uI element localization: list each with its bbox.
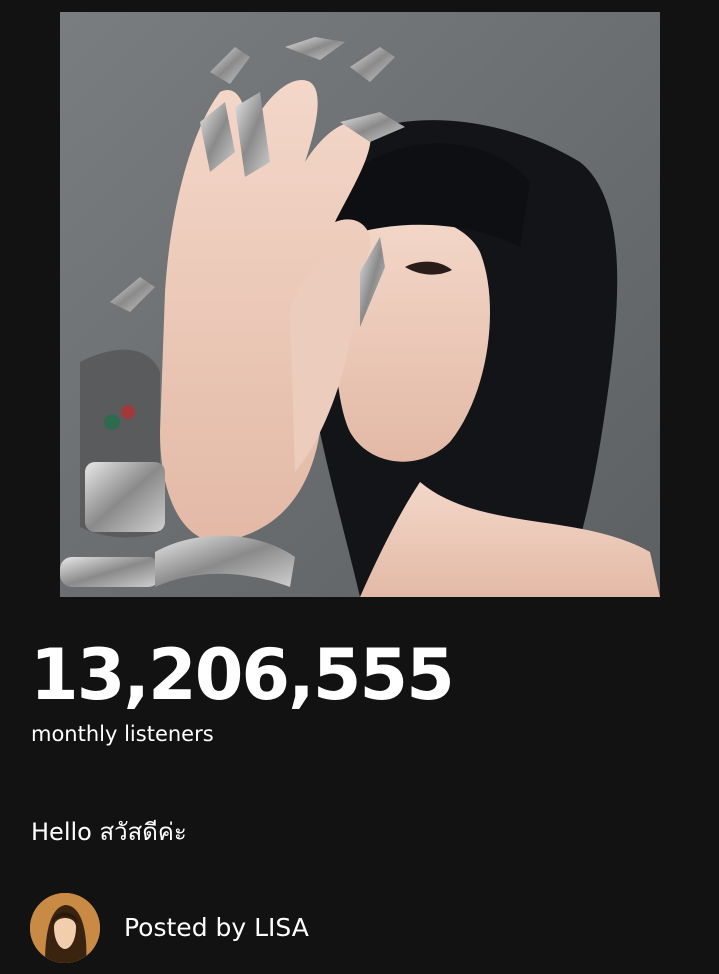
post-text: Hello สวัสดีค่ะ [31,818,187,846]
avatar[interactable] [30,893,100,963]
artist-photo[interactable] [60,12,660,597]
posted-by-label[interactable]: Posted by LISA [124,911,309,945]
avatar-image [30,893,100,963]
posted-by-row[interactable]: Posted by LISA [30,892,309,964]
monthly-listeners-label: monthly listeners [31,722,214,746]
monthly-listeners-count: 13,206,555 [30,634,455,716]
artist-photo-image [60,12,660,597]
artist-about-page: 13,206,555 monthly listeners Hello สวัสด… [0,0,719,974]
